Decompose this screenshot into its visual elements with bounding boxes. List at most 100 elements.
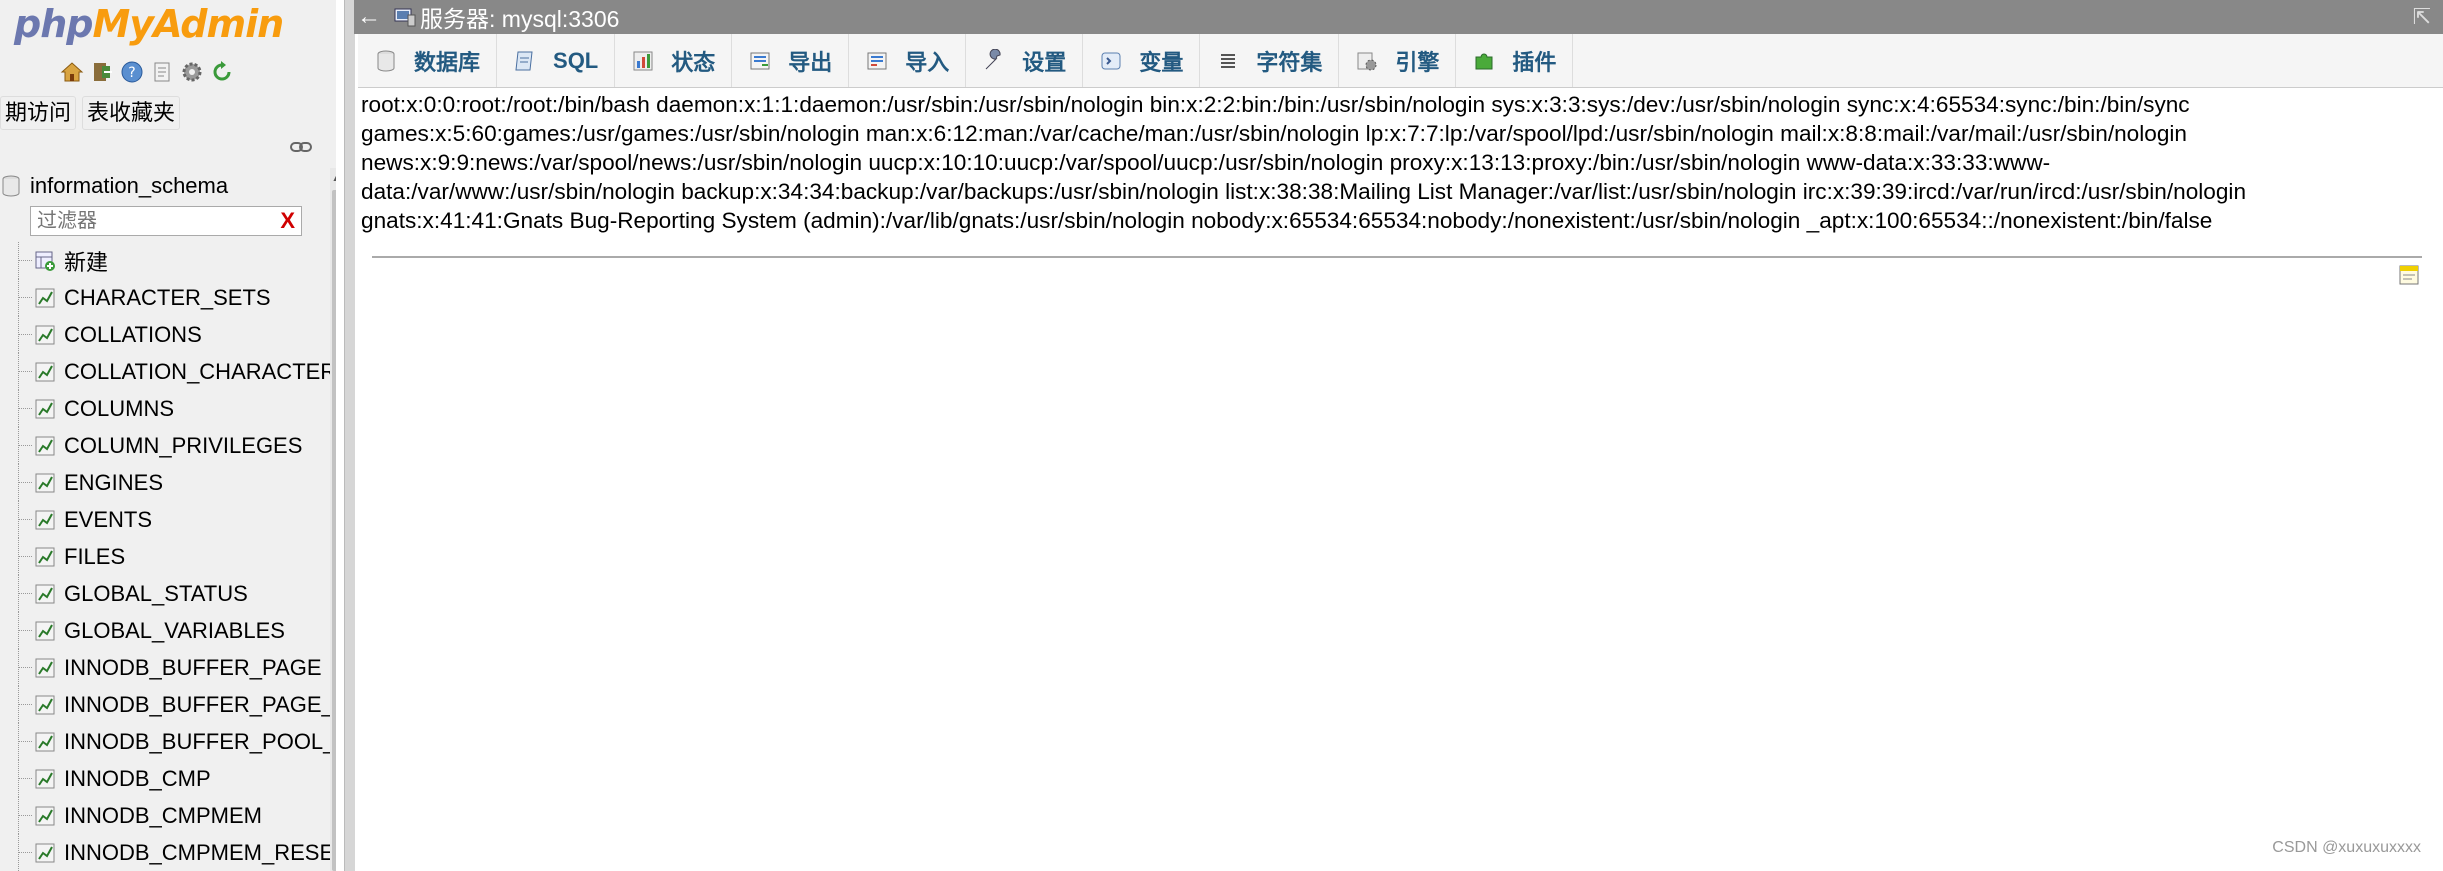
table-row[interactable]: COLUMNS <box>0 390 330 427</box>
tab-database[interactable]: 数据库 <box>358 34 498 87</box>
tree-branch <box>18 260 32 261</box>
tab-export[interactable]: 导出 <box>732 34 850 87</box>
tree-branch <box>18 741 32 742</box>
table-structure-icon[interactable] <box>34 324 56 346</box>
tree-item-label: COLLATION_CHARACTER <box>64 358 336 384</box>
tab-engine[interactable]: 引擎 <box>1339 34 1457 87</box>
console-note-icon[interactable] <box>2397 263 2421 287</box>
tree-item-label: FILES <box>64 543 126 569</box>
filter-box: X <box>30 206 302 236</box>
link-icon[interactable] <box>290 140 312 154</box>
status-icon <box>633 51 653 70</box>
tab-recent[interactable]: 期访问 <box>0 96 77 130</box>
collapse-nav-button[interactable]: ← <box>354 3 384 31</box>
docs-icon[interactable] <box>150 60 174 84</box>
tab-plugin[interactable]: 插件 <box>1456 34 1574 87</box>
tab-label: 导出 <box>788 49 833 75</box>
tree-item-label: 新建 <box>64 249 109 275</box>
scroll-up-arrow-icon[interactable]: ▲ <box>330 168 336 186</box>
table-structure-icon[interactable] <box>34 657 56 679</box>
table-row[interactable]: EVENTS <box>0 501 330 538</box>
tree-branch <box>18 704 32 705</box>
nav-scrollbar[interactable]: ▲ <box>330 168 336 871</box>
tab-wrench[interactable]: 设置 <box>966 34 1084 87</box>
table-row[interactable]: INNODB_BUFFER_PAGE <box>0 649 330 686</box>
table-structure-icon[interactable] <box>34 435 56 457</box>
table-structure-icon[interactable] <box>34 287 56 309</box>
query-icon[interactable]: ? <box>120 60 144 84</box>
table-row[interactable]: ENGINES <box>0 464 330 501</box>
table-structure-icon[interactable] <box>34 768 56 790</box>
database-name: information_schema <box>30 173 229 198</box>
table-structure-icon[interactable] <box>34 805 56 827</box>
tab-import[interactable]: 导入 <box>849 34 967 87</box>
tree-item-label: COLUMN_PRIVILEGES <box>64 432 303 458</box>
table-structure-icon[interactable] <box>34 398 56 420</box>
database-node[interactable]: information_schema <box>0 170 228 202</box>
server-label[interactable]: 服务器: mysql:3306 <box>420 0 619 34</box>
sql-icon <box>515 51 533 70</box>
tab-label: 插件 <box>1512 49 1557 75</box>
maximize-icon[interactable]: ⇱ <box>2413 4 2431 30</box>
table-structure-icon[interactable] <box>34 472 56 494</box>
filter-clear-button[interactable]: X <box>280 207 295 235</box>
table-row[interactable]: FILES <box>0 538 330 575</box>
result-line: data:/var/www:/usr/sbin/nologin backup:x… <box>361 179 2247 204</box>
logo-php-text: php <box>14 2 93 46</box>
table-structure-icon[interactable] <box>34 546 56 568</box>
new-table-icon[interactable] <box>34 250 56 272</box>
main-tabs: 数据库 SQL 状态 导出 导入 设置 变量 字符集 引擎 插件 <box>358 34 2443 88</box>
database-icon <box>377 50 395 71</box>
tree-branch <box>18 334 32 335</box>
table-structure-icon[interactable] <box>34 694 56 716</box>
tree-item-new[interactable]: 新建 <box>0 242 330 279</box>
logo-my-text: My <box>92 2 154 46</box>
tree-item-label: GLOBAL_STATUS <box>64 580 248 606</box>
tab-variables[interactable]: 变量 <box>1083 34 1201 87</box>
tree-branch <box>18 371 32 372</box>
table-row[interactable]: INNODB_BUFFER_POOL_S <box>0 723 336 760</box>
tab-label: 变量 <box>1139 49 1184 75</box>
query-result-text: root:x:0:0:root:/root:/bin/bash daemon:x… <box>361 90 2361 235</box>
table-row[interactable]: CHARACTER_SETS <box>0 279 330 316</box>
table-row[interactable]: INNODB_CMPMEM_RESE <box>0 834 334 871</box>
table-row[interactable]: COLLATIONS <box>0 316 330 353</box>
database-icon <box>2 175 20 197</box>
charset-icon <box>1221 53 1236 68</box>
table-row[interactable]: GLOBAL_STATUS <box>0 575 330 612</box>
settings-icon[interactable] <box>180 60 204 84</box>
table-row[interactable]: COLLATION_CHARACTER <box>0 353 336 390</box>
table-row[interactable]: GLOBAL_VARIABLES <box>0 612 330 649</box>
wrench-icon <box>985 48 1001 69</box>
tree-branch <box>18 852 32 853</box>
table-row[interactable]: INNODB_BUFFER_PAGE_L <box>0 686 336 723</box>
table-structure-icon[interactable] <box>34 731 56 753</box>
tree-branch <box>18 630 32 631</box>
phpmyadmin-logo[interactable]: phpMyAdmin <box>14 0 284 48</box>
home-icon[interactable] <box>60 60 84 84</box>
table-structure-icon[interactable] <box>34 361 56 383</box>
table-row[interactable]: COLUMN_PRIVILEGES <box>0 427 330 464</box>
tab-charset[interactable]: 字符集 <box>1200 34 1340 87</box>
panel-splitter[interactable] <box>344 0 355 871</box>
tree-branch <box>18 667 32 668</box>
table-structure-icon[interactable] <box>34 583 56 605</box>
exit-icon[interactable] <box>90 60 114 84</box>
export-icon <box>750 52 770 69</box>
filter-input[interactable] <box>31 207 273 235</box>
table-structure-icon[interactable] <box>34 842 56 864</box>
tab-status[interactable]: 状态 <box>615 34 733 87</box>
tree-item-label: EVENTS <box>64 506 153 532</box>
table-structure-icon[interactable] <box>34 620 56 642</box>
server-breadcrumb-bar: ← 服务器: mysql:3306 ⇱ <box>354 0 2443 34</box>
tree-branch <box>18 519 32 520</box>
scrollbar-thumb[interactable] <box>332 190 336 871</box>
result-line: news:x:9:9:news:/var/spool/news:/usr/sbi… <box>361 150 2051 175</box>
table-structure-icon[interactable] <box>34 509 56 531</box>
tab-favorites[interactable]: 表收藏夹 <box>82 96 181 130</box>
tab-sql[interactable]: SQL <box>497 34 616 87</box>
tree-branch <box>18 593 32 594</box>
table-row[interactable]: INNODB_CMP <box>0 760 330 797</box>
reload-icon[interactable] <box>210 60 234 84</box>
table-row[interactable]: INNODB_CMPMEM <box>0 797 330 834</box>
